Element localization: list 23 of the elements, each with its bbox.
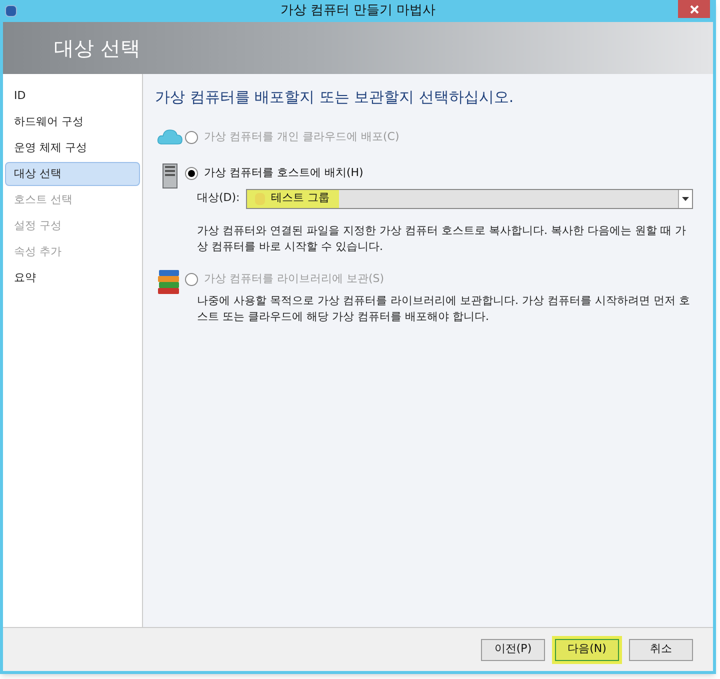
option-description: 나중에 사용할 목적으로 가상 컴퓨터를 라이브러리에 보관합니다. 가상 컴퓨터를 시작하려면 먼저 호스트 또는 클라우드에 해당 가상 컴퓨터를 배포해야 합니다. [197,292,691,324]
field-label: 대상(D): [197,190,240,206]
target-dropdown[interactable]: 테스트 그룹 [246,188,693,208]
wizard-button[interactable]: 이전(P) [481,638,545,660]
server-icon [162,162,178,188]
radio-button[interactable] [185,167,198,180]
close-icon [690,4,698,14]
caret-icon [678,190,692,208]
sidebar-item[interactable]: 대상 선택 [5,162,140,186]
dropdown-value: 테스트 그룹 [270,190,330,206]
close-button[interactable] [678,0,710,18]
option-description: 가상 컴퓨터와 연결된 파일을 지정한 가상 컴퓨터 호스트로 복사합니다. 복사한 다음에는 원할 때 가상 컴퓨터를 바로 시작할 수 있습니다. [197,222,687,254]
wizard-button[interactable]: 취소 [629,638,693,660]
sidebar-item[interactable]: 하드웨어 구성 [5,110,140,134]
sidebar-item[interactable]: 운영 체제 구성 [5,136,140,160]
option-label[interactable]: 가상 컴퓨터를 호스트에 배치(H) [204,165,364,182]
cloud-icon [157,126,183,144]
sidebar-item[interactable]: ID [5,84,140,108]
page-title: 대상 선택 [54,35,140,62]
sidebar-item[interactable]: 요약 [5,266,140,290]
app-icon [5,5,17,17]
window-title: 가상 컴퓨터 만들기 마법사 [280,2,436,20]
section-heading: 가상 컴퓨터를 배포할지 또는 보관할지 선택하십시오. [155,87,515,108]
